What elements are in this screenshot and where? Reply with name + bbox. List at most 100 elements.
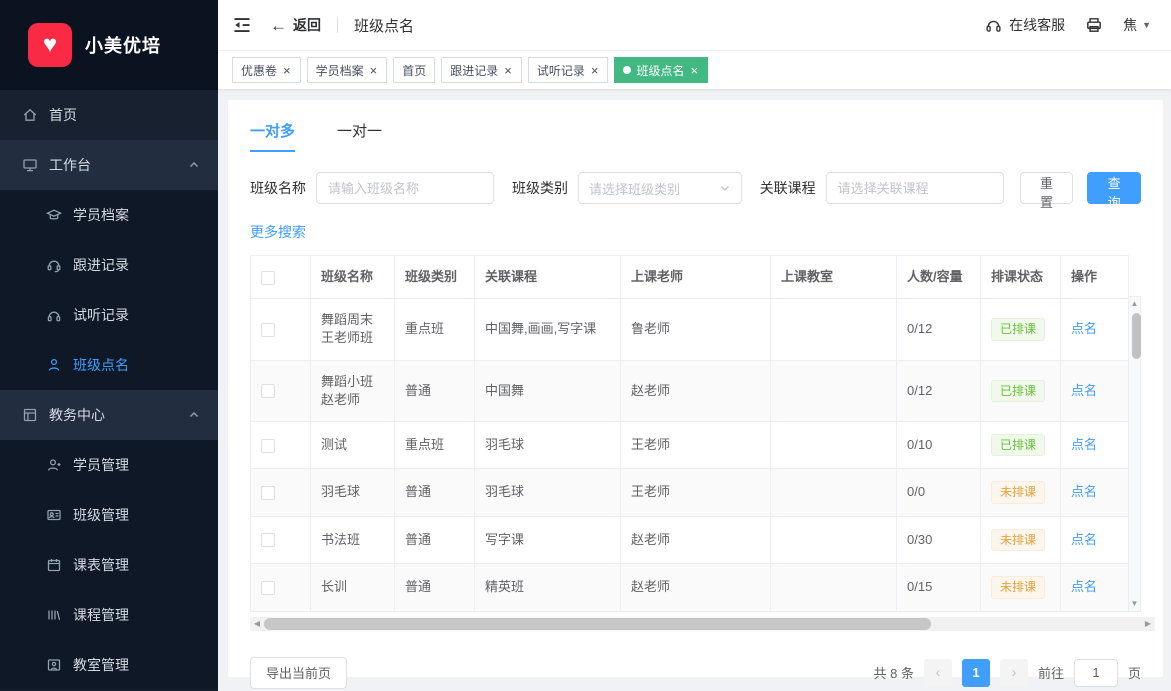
scroll-left-icon[interactable]: ◀	[250, 619, 264, 628]
row-checkbox[interactable]	[261, 384, 275, 398]
current-page-button[interactable]: 1	[962, 659, 990, 687]
sidebar-item-home[interactable]: 首页	[0, 90, 218, 140]
roll-call-link[interactable]: 点名	[1071, 437, 1097, 452]
capacity-cell: 0/15	[897, 564, 981, 611]
customer-service-label: 在线客服	[1009, 15, 1065, 35]
printer-icon[interactable]	[1085, 16, 1103, 34]
more-search-link[interactable]: 更多搜索	[250, 222, 306, 242]
roll-call-link[interactable]: 点名	[1071, 484, 1097, 499]
scroll-up-icon[interactable]: ▲	[1129, 298, 1140, 310]
tab-one-to-many[interactable]: 一对多	[250, 120, 295, 152]
horizontal-scroll-thumb[interactable]	[264, 618, 931, 630]
col-action: 操作	[1061, 256, 1129, 299]
close-icon[interactable]: ×	[503, 64, 513, 77]
scroll-down-icon[interactable]: ▼	[1129, 598, 1140, 610]
tab-one-to-one[interactable]: 一对一	[337, 120, 382, 152]
prev-page-button[interactable]: ‹	[924, 659, 952, 687]
close-icon[interactable]: ×	[689, 64, 699, 77]
roll-call-link[interactable]: 点名	[1071, 383, 1097, 398]
row-checkbox[interactable]	[261, 486, 275, 500]
sidebar-item-timetable-manage[interactable]: 课表管理	[0, 540, 218, 590]
close-icon[interactable]: ×	[369, 64, 379, 77]
back-button[interactable]: ← 返回	[270, 15, 321, 35]
student-manage-icon	[46, 457, 62, 473]
tag-roll-call-active[interactable]: 班级点名 ×	[614, 57, 708, 83]
pagination: 共 8 条 ‹ 1 › 前往 页	[874, 659, 1142, 687]
close-icon[interactable]: ×	[590, 64, 600, 77]
roll-call-link[interactable]: 点名	[1071, 579, 1097, 594]
row-checkbox[interactable]	[261, 581, 275, 595]
sidebar-item-roll-call[interactable]: 班级点名	[0, 340, 218, 390]
goto-page-input[interactable]	[1074, 659, 1118, 687]
next-page-button[interactable]: ›	[1000, 659, 1028, 687]
roll-call-link[interactable]: 点名	[1071, 532, 1097, 547]
sidebar-item-course-manage[interactable]: 课程管理	[0, 590, 218, 640]
tag-home[interactable]: 首页	[393, 57, 435, 83]
sidebar-item-label: 工作台	[49, 155, 91, 175]
tag-follow-up[interactable]: 跟进记录 ×	[441, 57, 522, 83]
scroll-right-icon[interactable]: ▶	[1141, 619, 1155, 628]
reset-button[interactable]: 重置	[1020, 172, 1074, 204]
course-input[interactable]	[826, 172, 1004, 204]
customer-service-button[interactable]: 在线客服	[985, 15, 1065, 35]
close-icon[interactable]: ×	[282, 64, 292, 77]
user-menu[interactable]: 焦 ▼	[1123, 15, 1151, 35]
class-type-select[interactable]: 请选择班级类别	[578, 172, 742, 204]
page-unit-label: 页	[1128, 663, 1141, 682]
sidebar-item-label: 教室管理	[73, 655, 129, 675]
row-checkbox[interactable]	[261, 323, 275, 337]
app-name: 小美优培	[85, 32, 161, 58]
course-cell: 精英班	[475, 564, 621, 611]
chevron-up-icon	[188, 159, 200, 171]
class-type-cell: 重点班	[395, 299, 475, 360]
col-capacity: 人数/容量	[897, 256, 981, 299]
collapse-sidebar-icon[interactable]	[232, 15, 252, 35]
sidebar-item-follow-up[interactable]: 跟进记录	[0, 240, 218, 290]
chevron-down-icon	[719, 182, 731, 194]
status-badge: 已排课	[991, 380, 1045, 402]
sidebar-item-class-manage[interactable]: 班级管理	[0, 490, 218, 540]
sidebar-item-label: 课表管理	[73, 555, 129, 575]
tag-coupon[interactable]: 优惠卷 ×	[232, 57, 301, 83]
vertical-scroll-thumb[interactable]	[1132, 313, 1141, 359]
class-name-cell: 长训	[311, 564, 395, 611]
sidebar-group-workbench[interactable]: 工作台	[0, 140, 218, 190]
sidebar-item-audition[interactable]: 试听记录	[0, 290, 218, 340]
status-badge: 未排课	[991, 529, 1045, 551]
tag-student-archive[interactable]: 学员档案 ×	[307, 57, 388, 83]
active-tag-dot	[623, 66, 631, 74]
search-button[interactable]: 查询	[1087, 172, 1141, 204]
horizontal-scrollbar[interactable]: ◀ ▶	[250, 617, 1155, 631]
sidebar-item-label: 课程管理	[73, 605, 129, 625]
page-title: 班级点名	[354, 15, 414, 36]
roll-call-link[interactable]: 点名	[1071, 321, 1097, 336]
class-name-input[interactable]	[316, 172, 494, 204]
select-all-checkbox[interactable]	[261, 271, 275, 285]
classroom-manage-icon	[46, 657, 62, 673]
sidebar-item-classroom-manage[interactable]: 教室管理	[0, 640, 218, 690]
table-row: 测试 重点班 羽毛球 王老师 0/10 已排课 点名	[251, 421, 1129, 468]
sidebar-group-academic-center[interactable]: 教务中心	[0, 390, 218, 440]
row-checkbox[interactable]	[261, 439, 275, 453]
table-row: 羽毛球 普通 羽毛球 王老师 0/0 未排课 点名	[251, 469, 1129, 516]
main-area: ← 返回 班级点名 在线客服 焦 ▼ 优惠卷 ×	[218, 0, 1171, 691]
course-cell: 写字课	[475, 516, 621, 563]
sidebar-item-student-manage[interactable]: 学员管理	[0, 440, 218, 490]
content-area: 一对多 一对一 班级名称 班级类别 请选择班级类别 关联课程 重置 查询	[218, 90, 1171, 691]
horizontal-scroll-track[interactable]	[264, 617, 1141, 631]
export-page-button[interactable]: 导出当前页	[250, 657, 347, 689]
capacity-cell: 0/10	[897, 421, 981, 468]
app-logo: ♥ 小美优培	[0, 0, 218, 90]
teacher-cell: 王老师	[621, 469, 771, 516]
sidebar-item-student-archive[interactable]: 学员档案	[0, 190, 218, 240]
class-name-cell: 书法班	[311, 516, 395, 563]
sidebar: ♥ 小美优培 首页 工作台 学员档案 跟进记录	[0, 0, 218, 691]
tag-audition[interactable]: 试听记录 ×	[528, 57, 609, 83]
tag-label: 试听记录	[537, 62, 585, 79]
row-checkbox[interactable]	[261, 533, 275, 547]
table-footer: 导出当前页 共 8 条 ‹ 1 › 前往 页	[250, 657, 1141, 689]
vertical-scrollbar[interactable]: ▲ ▼	[1129, 296, 1141, 612]
sidebar-item-label: 试听记录	[73, 305, 129, 325]
heart-logo-icon: ♥	[28, 23, 72, 67]
back-arrow-icon: ←	[270, 17, 287, 34]
